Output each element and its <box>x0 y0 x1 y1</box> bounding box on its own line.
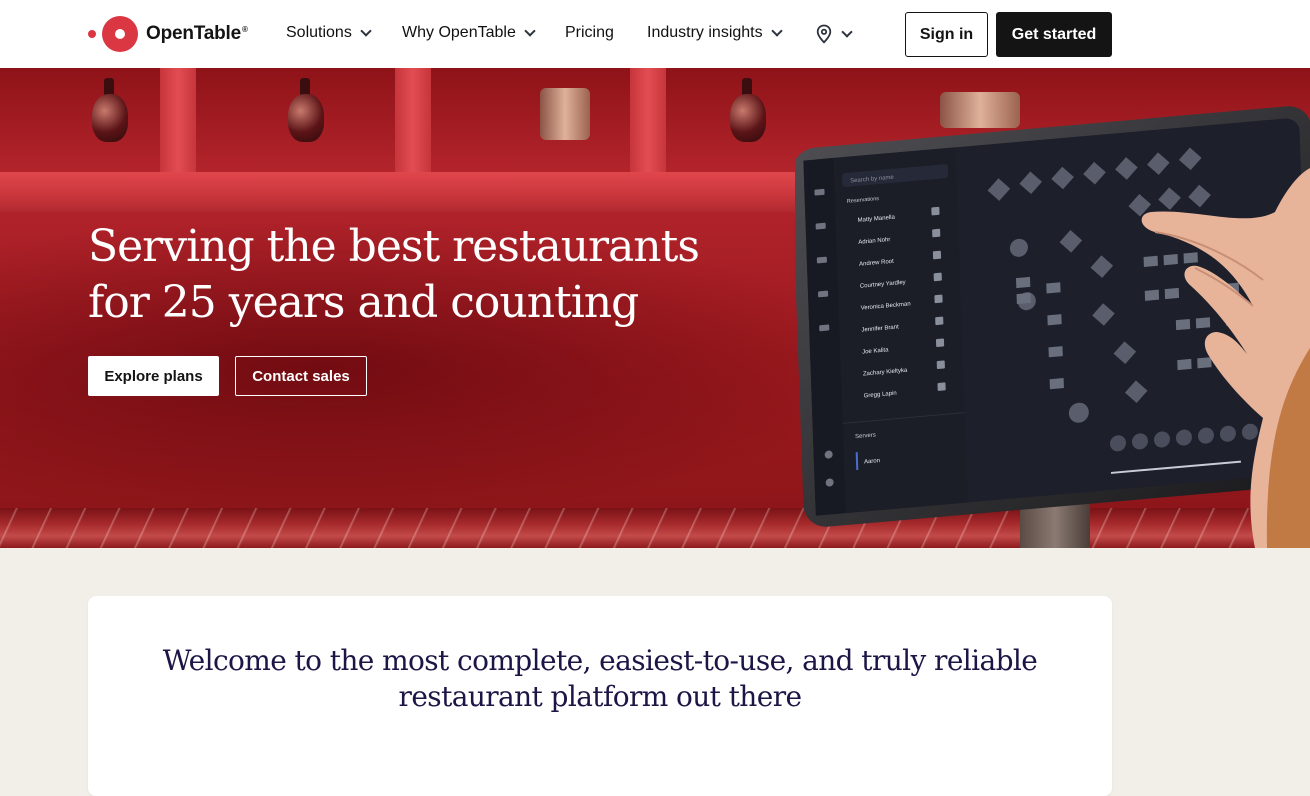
logo-wordmark: OpenTable® <box>146 23 248 44</box>
map-pin-icon <box>816 24 832 44</box>
chevron-down-icon <box>360 25 372 37</box>
welcome-card: Welcome to the most complete, easiest-to… <box>88 596 1112 796</box>
hero-title: Serving the best restaurants for 25 years… <box>88 221 700 328</box>
sign-in-button[interactable]: Sign in <box>905 12 988 57</box>
vase-decor <box>288 94 324 142</box>
nav-industry-insights-label: Industry insights <box>647 24 763 41</box>
explore-plans-button[interactable]: Explore plans <box>88 356 219 396</box>
nav-why-opentable[interactable]: Why OpenTable <box>402 24 536 42</box>
nav-solutions[interactable]: Solutions <box>286 24 372 42</box>
contact-sales-button[interactable]: Contact sales <box>235 356 367 396</box>
nav-pricing-label: Pricing <box>565 24 614 41</box>
vase-decor <box>730 94 766 142</box>
vase-decor <box>92 94 128 142</box>
nav-why-opentable-label: Why OpenTable <box>402 24 516 41</box>
opentable-logo[interactable]: OpenTable® <box>88 16 248 52</box>
chevron-down-icon <box>770 25 783 37</box>
site-header: OpenTable® Solutions Why OpenTable Prici… <box>0 0 1310 68</box>
location-selector[interactable] <box>815 24 853 44</box>
nav-pricing[interactable]: Pricing <box>565 24 614 42</box>
hand-illustration <box>1141 168 1310 548</box>
welcome-heading: Welcome to the most complete, easiest-to… <box>162 644 1038 713</box>
candle-decor <box>540 88 590 140</box>
nav-solutions-label: Solutions <box>286 24 352 41</box>
opentable-logo-icon <box>88 16 140 52</box>
nav-industry-insights[interactable]: Industry insights <box>647 24 783 42</box>
get-started-button[interactable]: Get started <box>996 12 1112 57</box>
hero-section: Search by name Reservations Matty Manell… <box>0 68 1310 548</box>
shelf-post <box>395 68 431 172</box>
chevron-down-icon <box>841 26 853 38</box>
chevron-down-icon <box>524 25 536 37</box>
shelf-post <box>160 68 196 172</box>
shelf-post <box>630 68 666 172</box>
